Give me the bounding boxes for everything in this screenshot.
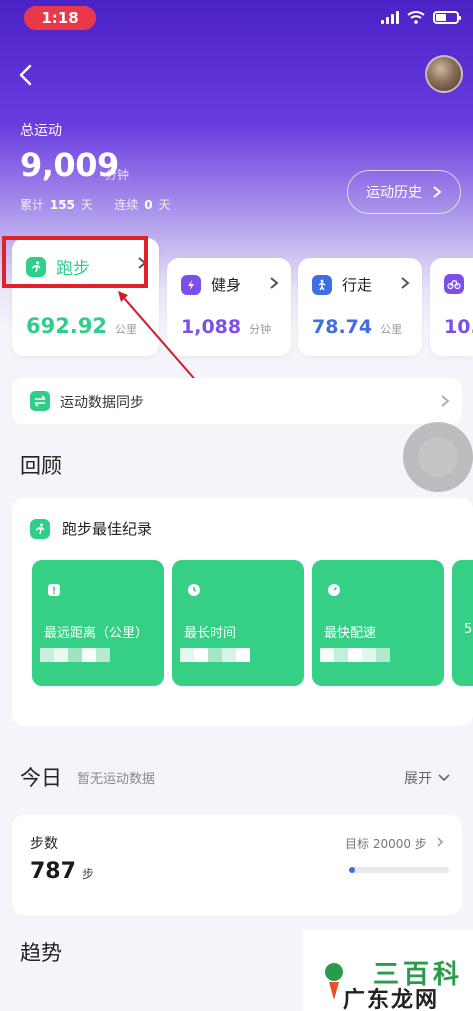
pixelated-value: [180, 648, 250, 662]
record-tile-label: 最快配速: [324, 626, 377, 641]
sport-card-value: 10.: [444, 316, 473, 338]
record-tile-label: 最远距离（公里）: [44, 626, 149, 641]
steps-progress-fill: [349, 867, 355, 873]
signal-icon: [381, 10, 399, 24]
chevron-right-icon: [270, 277, 279, 289]
cumulative-label: 累计: [20, 198, 45, 212]
best-records-title: 跑步最佳纪录: [62, 520, 153, 538]
streak-label: 连续: [114, 198, 139, 212]
watermark-bottom-text: 广东龙网: [343, 988, 440, 1011]
speedometer-icon: [328, 584, 340, 596]
sport-value-number: 1,088: [181, 316, 242, 338]
status-icons: [381, 10, 461, 24]
sport-card-label: 健身: [211, 276, 242, 294]
chevron-right-icon: [441, 395, 450, 407]
sport-card-walking[interactable]: 行走 78.74 公里: [298, 258, 422, 356]
sport-value-unit: 分钟: [249, 323, 272, 336]
record-tile-label: 5: [464, 622, 473, 637]
walking-icon: [312, 274, 332, 295]
steps-value: 787 步: [30, 859, 94, 884]
status-time: 1:18: [24, 6, 96, 30]
sport-card-fitness[interactable]: 健身 1,088 分钟: [167, 258, 291, 356]
sport-value-unit: 公里: [115, 323, 138, 336]
record-tile-longest-time[interactable]: 最长时间: [172, 560, 304, 686]
exercise-history-button[interactable]: 运动历史: [347, 170, 461, 214]
chevron-down-icon: [438, 774, 450, 782]
record-tile-label: 最长时间: [184, 626, 237, 641]
chevron-right-icon: [401, 277, 410, 289]
expand-label: 展开: [404, 771, 432, 787]
status-bar: 1:18: [0, 0, 473, 38]
sync-exercise-data-row[interactable]: 运动数据同步: [12, 378, 462, 424]
steps-progress-bar: [349, 867, 449, 873]
running-icon: [30, 518, 50, 539]
pixelated-value: [320, 648, 390, 662]
wifi-icon: [407, 11, 425, 24]
review-section-title: 回顾: [20, 454, 62, 478]
avatar[interactable]: [425, 55, 463, 93]
total-exercise-unit: 分钟: [105, 168, 130, 182]
record-tile-fastest-pace[interactable]: 最快配速: [312, 560, 444, 686]
history-button-label: 运动历史: [366, 185, 422, 201]
expand-button[interactable]: 展开: [404, 768, 450, 788]
assistive-touch-button[interactable]: [403, 422, 473, 492]
steps-card[interactable]: 步数 787 步 目标 20000 步: [12, 815, 462, 915]
total-exercise-label: 总运动: [20, 123, 62, 139]
sport-card-cycling[interactable]: 10.: [430, 258, 473, 356]
sport-value-unit: 公里: [380, 323, 403, 336]
sport-card-value: 78.74 公里: [312, 316, 402, 338]
record-tile-partial[interactable]: 5: [452, 560, 473, 686]
sport-card-label: 行走: [342, 276, 373, 294]
chevron-left-icon: [19, 64, 32, 86]
steps-unit: 步: [81, 867, 94, 881]
cumulative-value: 155: [49, 198, 75, 212]
cumulative-unit: 天: [80, 198, 93, 212]
steps-goal: 目标 20000 步: [345, 835, 445, 852]
sport-value-number: 78.74: [312, 316, 373, 338]
pixelated-value: [40, 648, 110, 662]
cumulative-stats: 累计 155 天 连续 0 天: [20, 196, 170, 213]
sport-value-number: 10.: [444, 316, 473, 338]
record-tile-longest-distance[interactable]: 最远距离（公里）: [32, 560, 164, 686]
streak-value: 0: [144, 198, 153, 212]
chevron-right-icon: [437, 837, 443, 847]
battery-icon: [433, 10, 461, 24]
steps-number: 787: [30, 859, 76, 884]
running-best-records-card[interactable]: 跑步最佳纪录 最远距离（公里） 最长时间 最快配速 5: [12, 498, 473, 726]
cycling-icon: [444, 274, 464, 294]
sync-label: 运动数据同步: [60, 395, 144, 411]
chevron-right-icon: [433, 186, 442, 198]
steps-label: 步数: [30, 836, 58, 852]
sport-card-value: 692.92 公里: [26, 314, 137, 338]
total-exercise-value: 9,009: [20, 146, 119, 184]
lightning-icon: [181, 274, 201, 295]
alert-icon: [48, 584, 60, 596]
today-no-data-text: 暂无运动数据: [77, 772, 156, 787]
watermark: 三百科 广东龙网: [303, 930, 473, 1011]
sync-icon: [30, 391, 50, 411]
sport-card-value: 1,088 分钟: [181, 316, 271, 338]
trend-section-title: 趋势: [20, 941, 62, 965]
timer-icon: [188, 584, 200, 596]
streak-unit: 天: [158, 198, 171, 212]
annotation-highlight-box: [2, 236, 148, 288]
back-button[interactable]: [12, 58, 42, 92]
today-section-title: 今日: [20, 766, 62, 790]
sport-value-number: 692.92: [26, 314, 108, 338]
steps-goal-text: 目标 20000 步: [345, 837, 427, 851]
